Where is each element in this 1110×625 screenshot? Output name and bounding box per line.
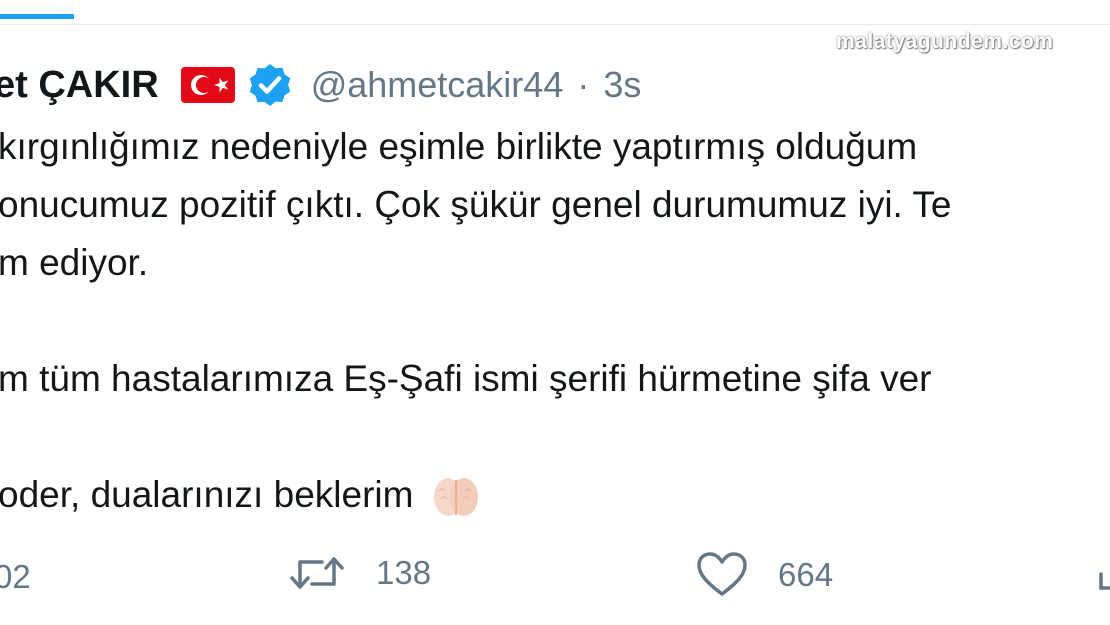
retweet-icon — [290, 557, 344, 589]
tweet-line: m tüm hastalarımıza Eş-Şafi ismi şerifi … — [0, 358, 932, 399]
separator-dot: · — [577, 64, 590, 105]
share-icon — [1099, 572, 1110, 590]
tweet-line-text: oder, dualarınızı beklerim — [0, 474, 414, 515]
tweet-line: m ediyor. — [0, 242, 149, 283]
tweet-actions: 02 138 664 — [0, 552, 1110, 608]
top-divider — [0, 24, 1110, 25]
author-name[interactable]: et ÇAKIR — [0, 64, 159, 107]
tweet-header: et ÇAKIR @ahmetcakir44 · 3s — [0, 62, 641, 108]
like-count: 664 — [778, 556, 834, 593]
reply-count: 02 — [0, 558, 31, 595]
author-handle[interactable]: @ahmetcakir44 — [311, 64, 564, 106]
praying-hands-emoji — [427, 475, 485, 519]
verified-badge-icon — [247, 62, 293, 108]
like-button[interactable]: 664 — [696, 552, 833, 598]
tweet-timestamp[interactable]: 3s — [603, 64, 641, 106]
tweet-text: kırgınlığımız nedeniyle eşimle birlikte … — [0, 118, 1110, 524]
watermark: malatyagundem.com — [836, 30, 1054, 53]
tweet-line-last: oder, dualarınızı beklerim — [0, 466, 1110, 524]
tweet-line: kırgınlığımız nedeniyle eşimle birlikte … — [0, 126, 918, 167]
retweet-count: 138 — [376, 554, 432, 591]
turkish-flag-icon — [180, 67, 235, 103]
active-tab-indicator — [0, 14, 74, 19]
heart-icon — [697, 552, 747, 596]
reply-action[interactable]: 02 — [0, 558, 31, 596]
retweet-button[interactable]: 138 — [288, 552, 431, 594]
share-button[interactable] — [1098, 552, 1110, 594]
tweet-line: onucumuz pozitif çıktı. Çok şükür genel … — [0, 184, 952, 225]
